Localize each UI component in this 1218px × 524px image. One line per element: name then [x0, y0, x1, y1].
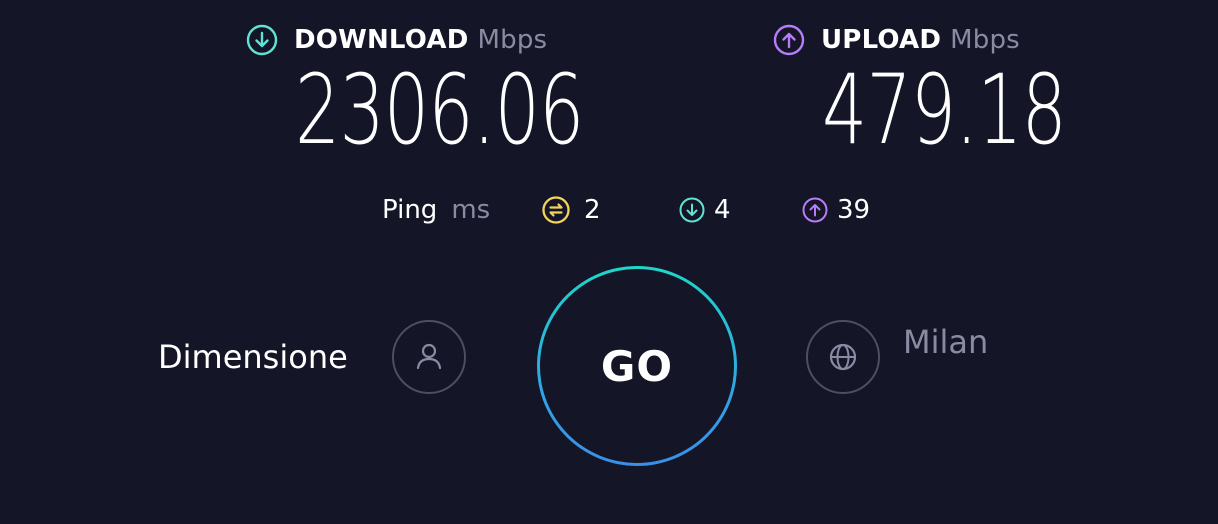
server-name: Milan — [903, 323, 989, 361]
speedtest-screen: DOWNLOAD Mbps 2306.06 UPLOAD Mbps 479.18… — [0, 0, 1218, 524]
ping-idle: 2 — [542, 190, 601, 230]
ping-upload: 39 — [802, 190, 870, 230]
ping-label-group: Ping ms — [382, 190, 490, 230]
ping-download-value: 4 — [714, 195, 731, 225]
arrow-up-circle-icon — [773, 24, 805, 56]
ping-download: 4 — [679, 190, 731, 230]
upload-label: UPLOAD — [821, 25, 942, 55]
arrow-up-circle-icon — [802, 197, 828, 223]
provider-button[interactable] — [392, 320, 466, 394]
ping-idle-value: 2 — [584, 195, 601, 225]
server-button[interactable] — [806, 320, 880, 394]
arrow-down-circle-icon — [679, 197, 705, 223]
ping-upload-value: 39 — [837, 195, 871, 225]
go-button-label: GO — [600, 341, 674, 391]
download-unit: Mbps — [477, 25, 548, 55]
ping-row: Ping ms 2 4 39 — [0, 190, 1218, 230]
upload-value: 479.18 — [822, 54, 1067, 166]
arrow-down-circle-icon — [246, 24, 278, 56]
user-icon — [416, 343, 442, 370]
provider-name: Dimensione — [158, 338, 348, 376]
upload-unit: Mbps — [950, 25, 1020, 55]
jitter-icon — [542, 196, 570, 224]
go-button[interactable]: GO — [537, 266, 737, 466]
globe-icon — [829, 343, 857, 371]
download-value: 2306.06 — [295, 54, 584, 166]
ping-label: Ping — [382, 195, 438, 225]
ping-unit: ms — [451, 195, 491, 225]
download-label: DOWNLOAD — [294, 25, 469, 55]
